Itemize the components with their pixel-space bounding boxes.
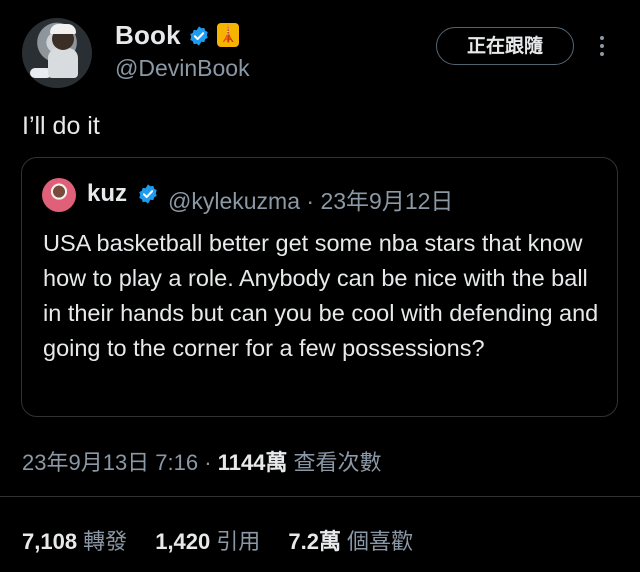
- retweets-label: 轉發: [83, 529, 128, 554]
- quotes-label: 引用: [216, 529, 261, 554]
- avatar-detail: [48, 48, 78, 78]
- separator-dot: ·: [204, 450, 212, 475]
- dot: [600, 36, 604, 40]
- tweet-timestamp[interactable]: 23年9月13日 7:16: [22, 450, 198, 475]
- quotes-count: 1,420: [155, 529, 211, 554]
- tweet-text: I’ll do it: [22, 112, 100, 140]
- separator-dot: ·: [306, 188, 315, 214]
- author-handle[interactable]: @DevinBook: [115, 55, 250, 82]
- author-avatar[interactable]: [22, 18, 92, 88]
- more-options-icon[interactable]: [595, 32, 609, 62]
- avatar-detail: [50, 24, 76, 34]
- likes-stat[interactable]: 7.2萬 個喜歡: [288, 529, 413, 554]
- retweets-count: 7,108: [22, 529, 78, 554]
- likes-count: 7.2萬: [288, 529, 341, 554]
- likes-label: 個喜歡: [347, 529, 414, 554]
- affiliation-badge-icon[interactable]: 🗼: [217, 23, 239, 47]
- retweets-stat[interactable]: 7,108 轉發: [22, 529, 127, 554]
- author-name[interactable]: Book: [115, 20, 181, 51]
- dot: [600, 44, 604, 48]
- quoted-handle-date: @kylekuzma · 23年9月12日: [168, 182, 453, 216]
- engagement-stats: 7,108 轉發 1,420 引用 7.2萬 個喜歡: [22, 524, 435, 556]
- views-label: 查看次數: [293, 450, 382, 475]
- quoted-tweet-text: USA basketball better get some nba stars…: [43, 230, 599, 361]
- verified-badge-icon: [190, 26, 208, 46]
- quoted-author-handle[interactable]: @kylekuzma: [168, 188, 300, 214]
- tweet-meta: 23年9月13日 7:16 · 1144萬 查看次數: [22, 445, 382, 477]
- quoted-date[interactable]: 23年9月12日: [320, 188, 453, 214]
- dot: [600, 52, 604, 56]
- following-button[interactable]: 正在跟隨: [436, 27, 574, 65]
- quotes-stat[interactable]: 1,420 引用: [155, 529, 260, 554]
- quoted-author-avatar[interactable]: [42, 178, 76, 212]
- verified-badge-icon: [139, 184, 157, 204]
- quoted-author-name[interactable]: kuz: [87, 180, 127, 208]
- views-count: 1144萬: [217, 450, 288, 475]
- divider: [0, 496, 640, 497]
